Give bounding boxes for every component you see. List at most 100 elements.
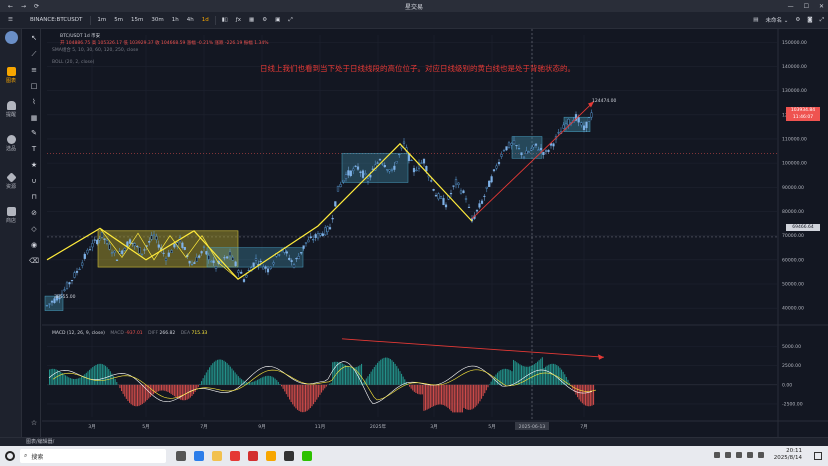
- macd-legend[interactable]: MACD (12, 26, 9, close) MACD -937.01 DIF…: [52, 331, 207, 336]
- layout-icon[interactable]: ▦: [245, 17, 258, 23]
- legend-boll[interactable]: BOLL (20, 2, close): [52, 60, 94, 65]
- center-box: [206, 247, 304, 268]
- macd-bar: [53, 368, 55, 385]
- macd-bar: [305, 384, 307, 412]
- favorites-icon[interactable]: ☆: [29, 419, 39, 427]
- cursor-icon[interactable]: ↖: [29, 34, 39, 42]
- candle-body: [262, 266, 265, 270]
- network-icon[interactable]: [736, 452, 742, 458]
- macd-bar: [60, 371, 62, 385]
- candle-body: [295, 258, 298, 260]
- candle-body: [198, 255, 201, 258]
- macd-bar: [548, 364, 550, 385]
- close-button[interactable]: ✕: [819, 3, 824, 10]
- app-icon-dark[interactable]: [284, 451, 294, 461]
- macd-bar: [180, 384, 182, 400]
- eye-icon[interactable]: ◉: [29, 241, 39, 249]
- folder-icon[interactable]: [212, 451, 222, 461]
- grid-icon[interactable]: ▤: [753, 17, 758, 23]
- layout-name-dropdown[interactable]: 未命名 ⌄: [765, 16, 788, 24]
- wechat-icon[interactable]: [302, 451, 312, 461]
- pattern-icon[interactable]: ⌇: [29, 98, 39, 106]
- measure-icon[interactable]: ◇: [29, 225, 39, 233]
- taskbar-search[interactable]: ⌕ 搜索: [20, 449, 166, 463]
- candle-body: [45, 305, 49, 307]
- timeframe-15m[interactable]: 15m: [127, 17, 147, 23]
- macd-bar: [116, 382, 118, 385]
- macd-bar: [370, 371, 372, 385]
- candle-body: [70, 280, 74, 282]
- macd-bar: [73, 378, 75, 385]
- brush-icon[interactable]: ✎: [29, 129, 39, 137]
- grid-tool-icon[interactable]: ▦: [29, 114, 39, 122]
- browser-icon[interactable]: [194, 451, 204, 461]
- chart-area[interactable]: 150000.00140000.00130000.00120000.001100…: [42, 29, 828, 437]
- macd-bar: [133, 384, 135, 406]
- macd-bar: [533, 364, 535, 385]
- trash-icon[interactable]: ⌫: [29, 257, 39, 265]
- trendline-icon[interactable]: ⟋: [29, 50, 39, 58]
- tray-icon[interactable]: [714, 452, 720, 458]
- trading-app-icon[interactable]: [266, 451, 276, 461]
- start-icon[interactable]: [5, 451, 15, 461]
- macd-bar: [503, 368, 505, 385]
- magnet-icon[interactable]: ∪: [29, 177, 39, 185]
- timeframe-1h[interactable]: 1h: [168, 17, 183, 23]
- macd-bar: [559, 367, 561, 385]
- timeframe-1m[interactable]: 1m: [93, 17, 110, 23]
- macd-bar: [509, 370, 511, 385]
- timeframe-30m[interactable]: 30m: [147, 17, 167, 23]
- notification-icon[interactable]: [814, 452, 822, 460]
- candle-body: [515, 145, 518, 147]
- ime-icon[interactable]: [758, 452, 764, 458]
- fib-icon[interactable]: ≡: [29, 66, 39, 74]
- star-icon[interactable]: ★: [29, 161, 39, 169]
- volume-icon[interactable]: [747, 452, 753, 458]
- legend-sma[interactable]: SMA组合 5, 10, 30, 60, 120, 250, close: [52, 47, 138, 53]
- maximize-button[interactable]: ☐: [804, 3, 809, 10]
- candle-body: [587, 117, 591, 122]
- settings-icon[interactable]: ⚙: [258, 17, 271, 23]
- macd-bar: [279, 384, 281, 385]
- candle-body: [205, 251, 208, 255]
- candle-body: [383, 165, 386, 168]
- sidebar-item-store[interactable]: 商店: [0, 207, 22, 224]
- taskbar-clock[interactable]: 20:11 2025/8/14: [774, 448, 802, 462]
- lock-icon[interactable]: ⊓: [29, 193, 39, 201]
- text-icon[interactable]: T: [29, 145, 39, 153]
- sidebar-item-select[interactable]: 选品: [0, 135, 22, 152]
- macd-bar: [349, 367, 351, 385]
- timeframe-4h[interactable]: 4h: [183, 17, 198, 23]
- price-chart[interactable]: 150000.00140000.00130000.00120000.001100…: [42, 29, 828, 437]
- timeframe-5m[interactable]: 5m: [110, 17, 127, 23]
- expand-icon[interactable]: ⤢: [820, 17, 824, 24]
- macd-bar: [356, 366, 358, 385]
- task-view-icon[interactable]: [176, 451, 186, 461]
- tray-icon[interactable]: [725, 452, 731, 458]
- gear-icon[interactable]: ⚙: [795, 17, 800, 23]
- menu-icon[interactable]: ☰: [4, 17, 17, 23]
- app-icon-pdd[interactable]: [248, 451, 258, 461]
- macd-bar: [589, 384, 591, 407]
- rectangle-icon[interactable]: □: [29, 82, 39, 90]
- fullscreen-icon[interactable]: ⤢: [284, 17, 296, 24]
- status-text[interactable]: 图表/编辑器/: [26, 439, 54, 445]
- candle-body: [361, 170, 365, 178]
- candle-body: [68, 282, 71, 285]
- time-tick-label: 7月: [200, 424, 208, 430]
- macd-bar: [68, 377, 70, 385]
- sidebar-item-resource[interactable]: 资源: [0, 172, 22, 190]
- hide-icon[interactable]: ⊘: [29, 209, 39, 217]
- camera-icon[interactable]: ◙: [807, 17, 812, 23]
- sidebar-avatar[interactable]: [0, 31, 22, 45]
- minimize-button[interactable]: —: [788, 3, 794, 10]
- timeframe-1d[interactable]: 1d: [198, 17, 213, 23]
- sidebar-item-alert[interactable]: 提醒: [0, 101, 22, 118]
- macd-bar: [413, 384, 415, 392]
- sidebar-item-chart[interactable]: 图表: [0, 67, 22, 84]
- candle-type-icon[interactable]: ▮▯: [218, 17, 232, 23]
- screenshot-icon[interactable]: ▣: [271, 17, 284, 23]
- candle-body: [86, 249, 89, 254]
- indicators-icon[interactable]: ƒx: [232, 17, 245, 23]
- app-icon-red[interactable]: [230, 451, 240, 461]
